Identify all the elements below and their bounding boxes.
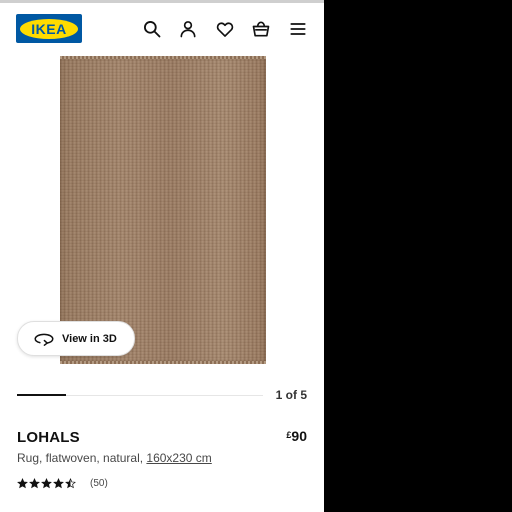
price-amount: 90 — [291, 428, 307, 444]
ikea-logo[interactable]: IKEA — [16, 14, 82, 43]
user-icon[interactable] — [177, 18, 199, 40]
star-icon — [17, 478, 28, 489]
gallery-counter: 1 of 5 — [275, 388, 307, 402]
rating-stars — [17, 478, 77, 489]
description-text: Rug, flatwoven, natural, — [17, 451, 147, 465]
product-price: £ 90 — [286, 428, 307, 444]
site-header: IKEA — [0, 3, 324, 53]
size-link[interactable]: 160x230 cm — [146, 451, 211, 465]
3d-rotate-icon — [34, 331, 54, 347]
gallery-progress-bar — [17, 394, 263, 396]
logo-text: IKEA — [20, 18, 78, 39]
view-in-3d-label: View in 3D — [62, 332, 117, 345]
product-description: Rug, flatwoven, natural, 160x230 cm — [17, 451, 212, 465]
browser-viewport: IKEA View in 3D 1 of 5 LOHALS £ 90 Rug, … — [0, 0, 324, 512]
heart-icon[interactable] — [214, 18, 236, 40]
product-image[interactable] — [60, 56, 266, 364]
view-in-3d-button[interactable]: View in 3D — [17, 321, 135, 356]
search-icon[interactable] — [141, 18, 163, 40]
product-rating[interactable]: (50) — [17, 478, 108, 489]
product-name: LOHALS — [17, 429, 80, 446]
menu-icon[interactable] — [287, 18, 309, 40]
basket-icon[interactable] — [250, 18, 272, 40]
gallery-progress-fill — [17, 394, 67, 396]
star-icon — [53, 478, 64, 489]
star-icon — [65, 478, 76, 489]
rug-edge-bottom — [60, 361, 266, 364]
rug-edge-top — [60, 56, 266, 59]
star-icon — [29, 478, 40, 489]
star-icon — [41, 478, 52, 489]
review-count: (50) — [90, 478, 108, 489]
